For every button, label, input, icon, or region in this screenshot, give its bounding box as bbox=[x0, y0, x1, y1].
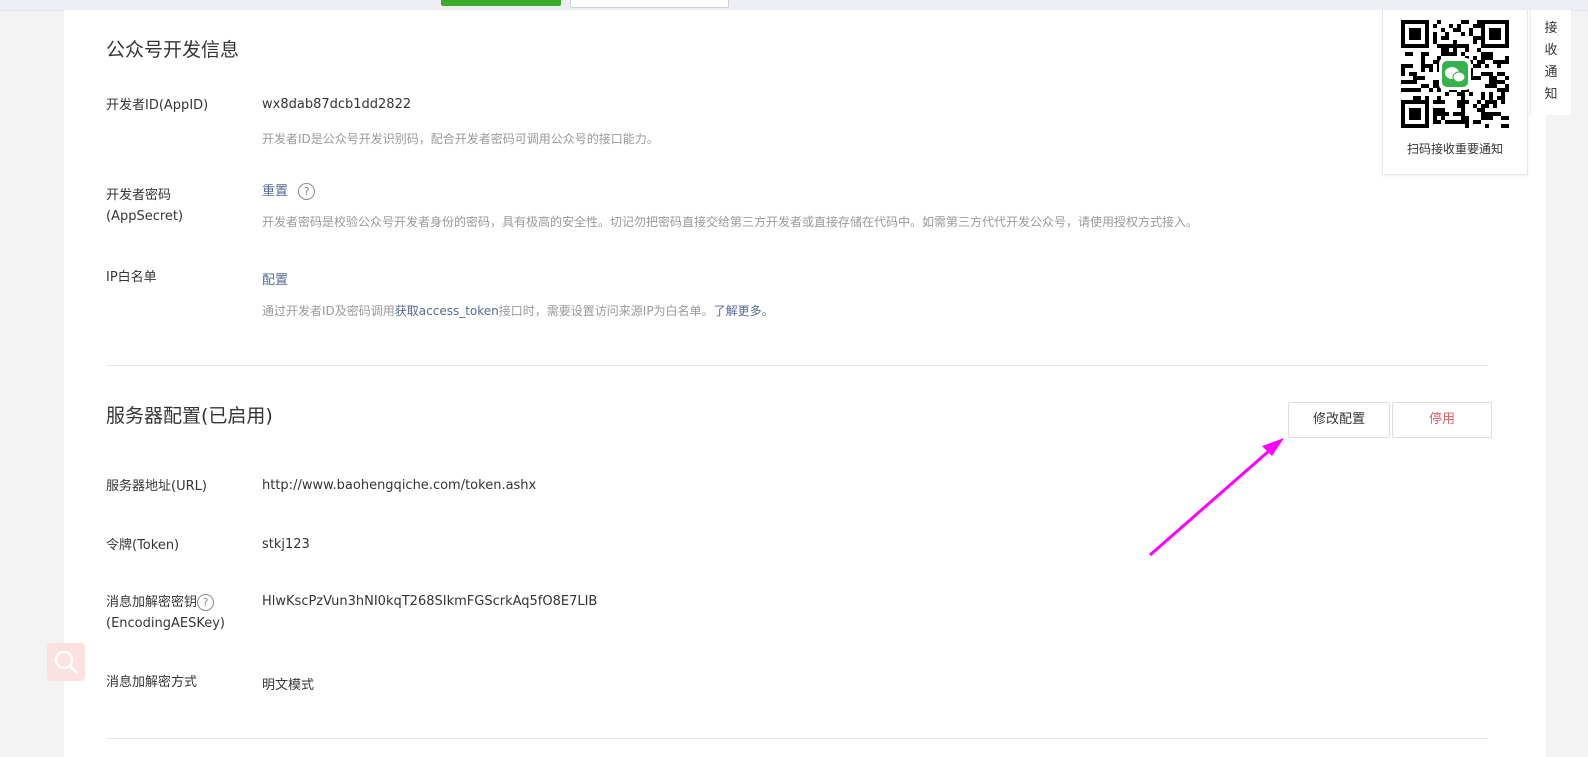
appid-label: 开发者ID(AppID) bbox=[106, 98, 209, 113]
access-token-link[interactable]: 获取access_token bbox=[395, 304, 499, 318]
search-icon bbox=[54, 650, 79, 675]
reset-secret-link[interactable]: 重置 bbox=[262, 184, 288, 199]
server-url-label: 服务器地址(URL) bbox=[106, 479, 207, 494]
token-value: stkj123 bbox=[262, 537, 310, 552]
top-primary-button[interactable] bbox=[441, 0, 561, 6]
receive-notice-tab[interactable]: 接 收 通 知 bbox=[1530, 10, 1571, 115]
aeskey-value: HlwKscPzVun3hNI0kqT268SIkmFGScrkAq5fO8E7… bbox=[262, 594, 598, 609]
main-card bbox=[64, 10, 1546, 757]
encrypt-mode-label: 消息加解密方式 bbox=[106, 675, 198, 690]
appsecret-actions: 重置 ? bbox=[262, 180, 316, 200]
section-divider-bottom bbox=[106, 738, 1488, 739]
ip-whitelist-config-link[interactable]: 配置 bbox=[262, 269, 288, 288]
side-tab-char: 收 bbox=[1544, 43, 1558, 58]
dev-info-title: 公众号开发信息 bbox=[106, 39, 240, 61]
ip-desc-middle: 接口时，需要设置访问来源IP为白名单。 bbox=[498, 304, 714, 318]
appsecret-label-line1: 开发者密码 bbox=[106, 188, 172, 203]
token-label: 令牌(Token) bbox=[106, 538, 180, 553]
ip-config-link-text[interactable]: 配置 bbox=[262, 273, 288, 288]
qr-code-icon bbox=[1399, 18, 1511, 130]
help-circle-icon[interactable]: ? bbox=[298, 183, 316, 200]
ip-desc-prefix: 通过开发者ID及密码调用 bbox=[262, 304, 395, 318]
appsecret-label: 开发者密码 (AppSecret) bbox=[106, 185, 183, 227]
qr-caption: 扫码接收重要通知 bbox=[1406, 142, 1503, 156]
qr-notify-panel: 扫码接收重要通知 bbox=[1382, 10, 1528, 175]
aeskey-label-line1-text: 消息加解密密钥 bbox=[106, 595, 198, 610]
help-circle-icon[interactable]: ? bbox=[197, 594, 215, 611]
floating-search-button[interactable] bbox=[47, 643, 85, 681]
server-config-title: 服务器配置(已启用) bbox=[106, 405, 273, 427]
appid-value: wx8dab87dcb1dd2822 bbox=[262, 97, 412, 112]
side-tab-char: 知 bbox=[1544, 87, 1558, 102]
appsecret-desc: 开发者密码是校验公众号开发者身份的密码，具有极高的安全性。切记勿把密码直接交给第… bbox=[262, 215, 1199, 229]
aeskey-label: 消息加解密密钥? (EncodingAESKey) bbox=[106, 592, 225, 634]
appid-desc: 开发者ID是公众号开发识别码，配合开发者密码可调用公众号的接口能力。 bbox=[262, 132, 659, 146]
side-tab-char: 通 bbox=[1544, 65, 1558, 80]
ip-whitelist-label: IP白名单 bbox=[106, 270, 157, 285]
appsecret-label-line2: (AppSecret) bbox=[106, 209, 184, 224]
encrypt-mode-value: 明文模式 bbox=[262, 678, 315, 693]
aeskey-label-line1: 消息加解密密钥? bbox=[106, 592, 225, 613]
ip-whitelist-desc: 通过开发者ID及密码调用获取access_token接口时，需要设置访问来源IP… bbox=[262, 302, 774, 319]
learn-more-link[interactable]: 了解更多。 bbox=[714, 304, 774, 318]
disable-button[interactable]: 停用 bbox=[1392, 402, 1492, 438]
top-secondary-button[interactable] bbox=[570, 0, 729, 8]
side-tab-char: 接 bbox=[1544, 21, 1558, 36]
section-divider bbox=[106, 365, 1488, 366]
server-url-value: http://www.baohengqiche.com/token.ashx bbox=[262, 478, 537, 493]
modify-config-button[interactable]: 修改配置 bbox=[1288, 402, 1390, 438]
aeskey-label-line2: (EncodingAESKey) bbox=[106, 616, 225, 631]
